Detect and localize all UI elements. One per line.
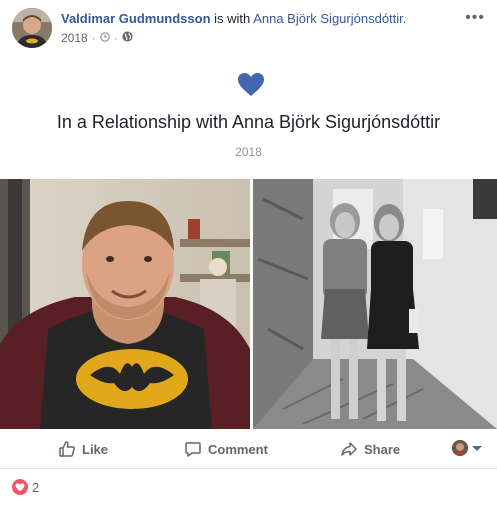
share-label: Share (364, 441, 401, 457)
tagged-person-link[interactable]: Anna Björk Sigurjónsdóttir. (253, 11, 406, 26)
meta-separator: · (91, 31, 96, 45)
author-avatar[interactable] (12, 8, 52, 48)
reaction-count: 2 (32, 479, 40, 495)
life-event-title: In a Relationship with Anna Björk Sigurj… (56, 112, 441, 132)
photo-left[interactable] (0, 179, 250, 429)
post-options-button[interactable]: ••• (465, 9, 485, 27)
post-header: Valdimar Gudmundsson is with Anna Björk … (0, 0, 497, 56)
love-icon (12, 479, 28, 495)
thumbs-up-icon (58, 440, 76, 458)
reactions-summary[interactable]: 2 (12, 479, 39, 495)
life-event-year: 2018 (235, 145, 262, 159)
photo-right[interactable] (253, 179, 497, 429)
like-button[interactable]: Like (58, 429, 108, 469)
share-icon (340, 440, 358, 458)
post-as-selector[interactable] (452, 440, 482, 456)
heart-icon (237, 72, 265, 98)
with-text: is with (214, 11, 251, 26)
globe-icon[interactable] (122, 31, 133, 45)
life-event: In a Relationship with Anna Björk Sigurj… (0, 56, 497, 178)
share-button[interactable]: Share (340, 429, 400, 469)
comment-icon (184, 440, 202, 458)
post-header-text: Valdimar Gudmundsson is with Anna Björk … (61, 10, 406, 27)
chevron-down-icon (472, 445, 482, 451)
like-label: Like (82, 441, 109, 457)
post-meta: 2018 · · (61, 31, 133, 45)
action-bar: Like Comment Share (0, 429, 497, 469)
comment-button[interactable]: Comment (184, 429, 268, 469)
post-timestamp[interactable]: 2018 (61, 31, 88, 45)
comment-label: Comment (208, 441, 268, 457)
meta-separator-2: · (113, 31, 118, 45)
author-name-link[interactable]: Valdimar Gudmundsson (61, 11, 211, 26)
clock-icon (99, 31, 110, 45)
viewer-avatar (452, 440, 468, 456)
